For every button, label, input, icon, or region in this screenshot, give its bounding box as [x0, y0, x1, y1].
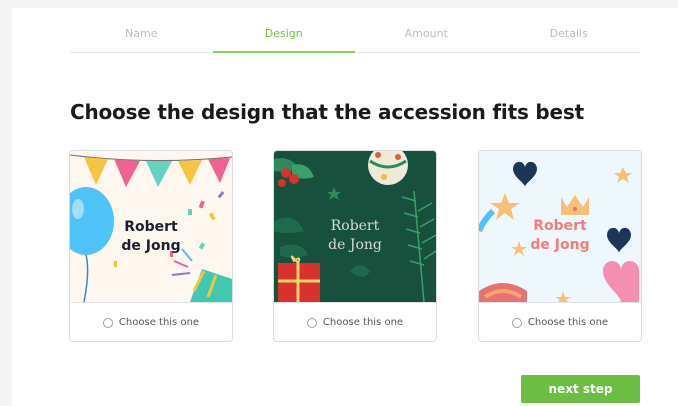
next-step-button[interactable]: next step — [521, 375, 640, 403]
choose-label: Choose this one — [322, 317, 404, 328]
step-name[interactable]: Name — [70, 0, 213, 52]
card-name: Robert de Jong — [328, 218, 382, 253]
choose-label: Choose this one — [118, 317, 200, 328]
choose-design-button[interactable]: Choose this one — [70, 302, 232, 341]
choose-design-button[interactable]: Choose this one — [274, 302, 436, 341]
radio-icon[interactable] — [306, 317, 317, 328]
page-heading: Choose the design that the accession fit… — [70, 100, 584, 124]
step-tabs: Name Design Amount Details — [70, 0, 640, 53]
card-name: Robert de Jong — [121, 219, 181, 254]
step-details[interactable]: Details — [498, 0, 641, 52]
choose-label: Choose this one — [527, 317, 609, 328]
choose-design-button[interactable]: Choose this one — [479, 302, 641, 341]
step-amount[interactable]: Amount — [355, 0, 498, 52]
radio-icon[interactable] — [511, 317, 522, 328]
design-card-party[interactable]: Robert de Jong Choose this one — [69, 150, 233, 342]
design-card-love[interactable]: Robert de Jong Choose this one — [478, 150, 642, 342]
card-name: Robert de Jong — [530, 218, 590, 253]
design-card-christmas[interactable]: Robert de Jong Choose this one — [273, 150, 437, 342]
step-design[interactable]: Design — [212, 0, 356, 53]
radio-icon[interactable] — [102, 317, 113, 328]
